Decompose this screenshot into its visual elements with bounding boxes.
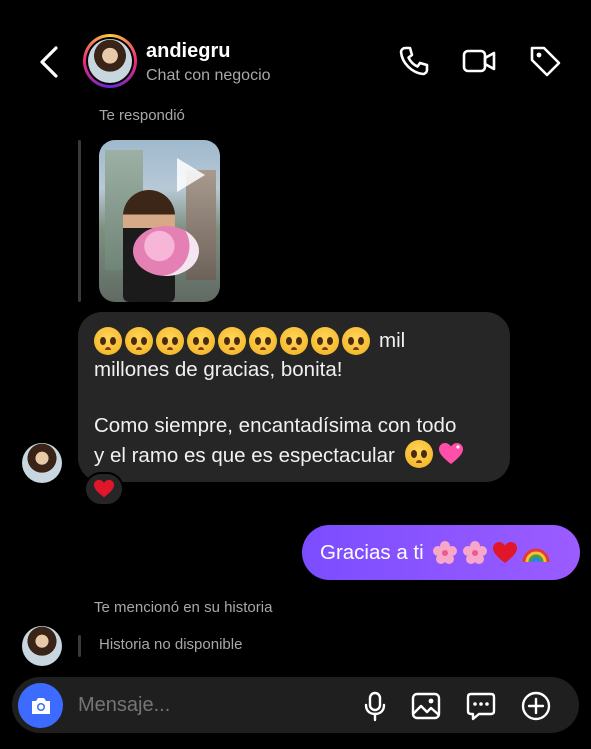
- add-icon[interactable]: [520, 690, 552, 722]
- sticker-chat-icon[interactable]: [465, 690, 497, 722]
- pleading-face-emoji-icon: [218, 327, 246, 355]
- message-line-3: Como siempre, encantadísima con todo: [94, 414, 457, 437]
- pleading-face-emoji-icon: [94, 327, 122, 355]
- red-heart-emoji-icon: [492, 541, 517, 563]
- message-line-1-suffix: mil: [379, 329, 406, 352]
- story-thumbnail[interactable]: [99, 140, 220, 302]
- red-heart-emoji-icon: [94, 479, 114, 498]
- sparkling-heart-emoji-icon: [439, 443, 464, 464]
- mention-label: Te mencionó en su historia: [94, 599, 273, 616]
- pleading-face-emoji-icon: [125, 327, 153, 355]
- profile-avatar[interactable]: [83, 34, 137, 88]
- reply-label: Te respondió: [99, 107, 185, 124]
- phone-icon[interactable]: [397, 44, 431, 78]
- cherry-blossom-emoji-icon: [432, 540, 457, 564]
- heart-reaction[interactable]: [84, 472, 124, 506]
- story-quote-line: [78, 635, 81, 657]
- emoji-row: mil: [94, 326, 494, 356]
- pleading-face-emoji-icon: [187, 327, 215, 355]
- story-unavailable-label: Historia no disponible: [99, 636, 243, 653]
- rainbow-emoji-icon: [522, 548, 550, 562]
- chat-header: andiegru Chat con negocio: [0, 0, 591, 100]
- tag-icon[interactable]: [528, 44, 562, 78]
- incoming-message-bubble[interactable]: mil millones de gracias, bonita! Como si…: [78, 312, 510, 482]
- reply-quote-line: [78, 140, 81, 302]
- play-icon: [177, 158, 205, 192]
- message-line-4: y el ramo es que es espectacular: [94, 444, 395, 467]
- pleading-face-emoji-icon: [156, 327, 184, 355]
- chat-type-label: Chat con negocio: [146, 67, 271, 84]
- microphone-icon[interactable]: [359, 690, 391, 722]
- pleading-face-emoji-icon: [249, 327, 277, 355]
- camera-button[interactable]: [18, 683, 63, 728]
- cherry-blossom-emoji-icon: [462, 540, 487, 564]
- outgoing-message-bubble[interactable]: Gracias a ti: [302, 525, 580, 580]
- pleading-face-emoji-icon: [404, 440, 433, 468]
- pleading-face-emoji-icon: [342, 327, 370, 355]
- back-arrow-icon[interactable]: [36, 45, 64, 79]
- sender-avatar[interactable]: [22, 443, 62, 483]
- video-call-icon[interactable]: [462, 44, 496, 78]
- pleading-face-emoji-icon: [280, 327, 308, 355]
- sender-avatar[interactable]: [22, 626, 62, 666]
- contact-name[interactable]: andiegru: [146, 40, 230, 63]
- message-input[interactable]: [78, 694, 338, 717]
- message-composer: [12, 677, 579, 733]
- camera-icon: [31, 697, 50, 714]
- gallery-icon[interactable]: [410, 690, 442, 722]
- message-line-2: millones de gracias, bonita!: [94, 358, 343, 381]
- message-line-4-wrap: y el ramo es que es espectacular: [94, 440, 494, 470]
- pleading-face-emoji-icon: [311, 327, 339, 355]
- outgoing-message-text: Gracias a ti: [320, 540, 424, 564]
